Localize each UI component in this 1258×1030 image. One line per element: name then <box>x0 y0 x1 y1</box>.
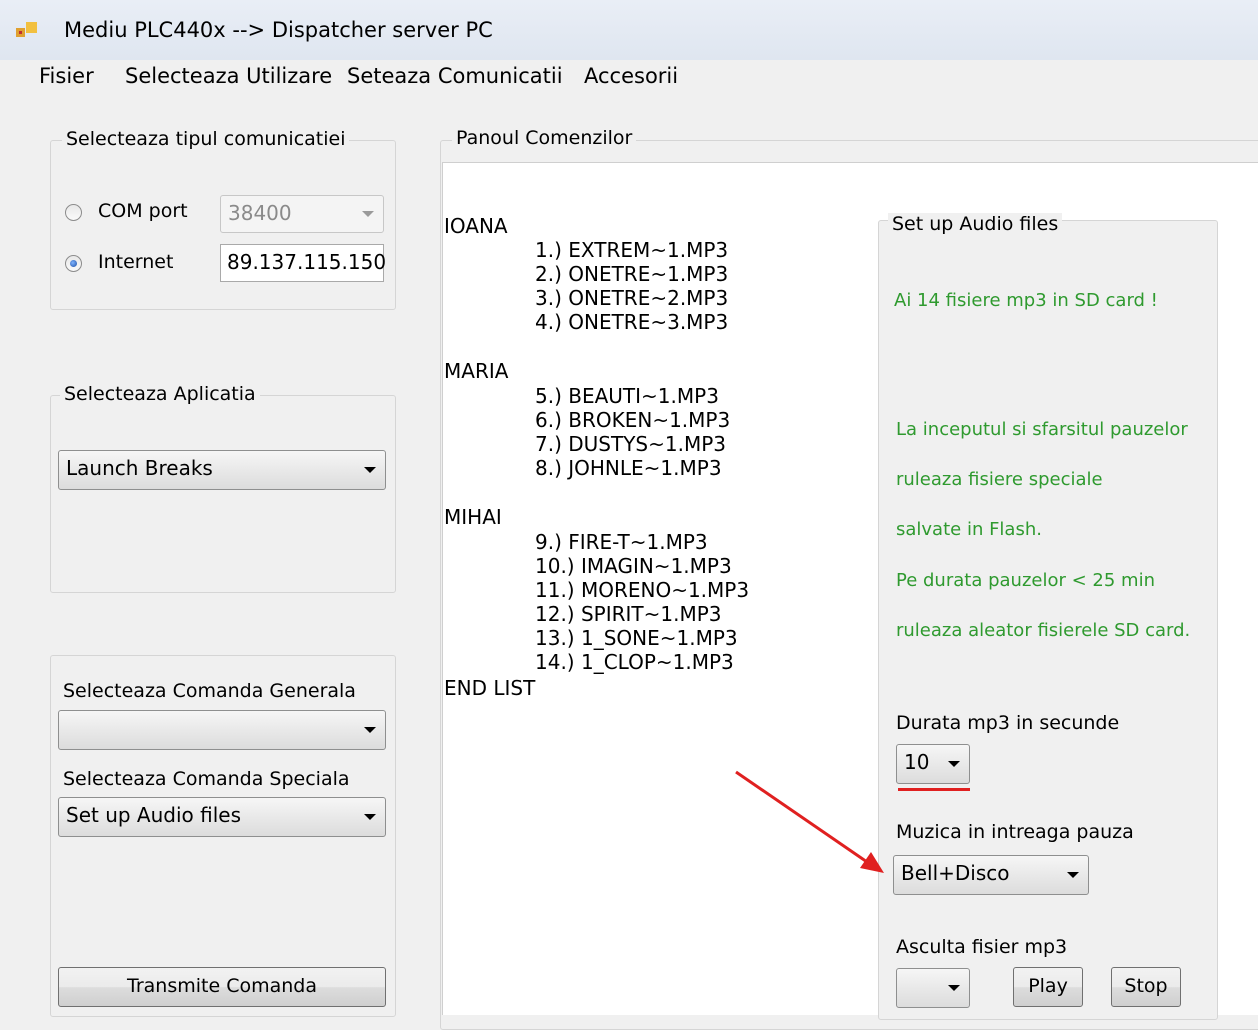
stop-label: Stop <box>1124 975 1168 997</box>
menu-accesorii[interactable]: Accesorii <box>584 64 678 88</box>
listen-label: Asculta fisier mp3 <box>896 936 1068 958</box>
user-name-maria: MARIA <box>444 359 509 383</box>
internet-label: Internet <box>98 251 174 273</box>
info-line: salvate in Flash. <box>896 519 1042 540</box>
menu-seteaza-comunicatii[interactable]: Seteaza Comunicatii <box>347 64 563 88</box>
duration-label: Durata mp3 in secunde <box>896 712 1120 734</box>
list-item: 11.) MORENO~1.MP3 <box>535 578 750 602</box>
info-line: ruleaza aleator fisierele SD card. <box>896 620 1191 641</box>
list-item: 5.) BEAUTI~1.MP3 <box>535 384 719 408</box>
special-command-label: Selecteaza Comanda Speciala <box>63 768 350 790</box>
play-button[interactable]: Play <box>1013 967 1083 1007</box>
transmit-command-button[interactable]: Transmite Comanda <box>58 967 386 1007</box>
com-port-baud-select[interactable]: 38400 <box>220 195 384 233</box>
list-item: 13.) 1_SONE~1.MP3 <box>535 626 738 650</box>
app-group <box>50 395 396 593</box>
duration-value: 10 <box>904 750 930 774</box>
chevron-down-icon <box>364 727 376 733</box>
list-item: 6.) BROKEN~1.MP3 <box>535 408 731 432</box>
list-item: 4.) ONETRE~3.MP3 <box>535 310 729 334</box>
window-title: Mediu PLC440x --> Dispatcher server PC <box>64 18 493 42</box>
red-arrow-annotation <box>735 770 884 873</box>
app-icon <box>16 22 37 37</box>
list-item: 7.) DUSTYS~1.MP3 <box>535 432 726 456</box>
chevron-down-icon <box>948 761 960 767</box>
info-line: La inceputul si sfarsitul pauzelor <box>896 419 1188 440</box>
com-port-baud-value: 38400 <box>228 201 292 225</box>
command-panel-label: Panoul Comenzilor <box>452 127 637 149</box>
chevron-down-icon <box>948 985 960 991</box>
special-command-select[interactable]: Set up Audio files <box>58 797 386 837</box>
list-item: 9.) FIRE-T~1.MP3 <box>535 530 708 554</box>
stop-button[interactable]: Stop <box>1111 967 1181 1007</box>
red-underline-annotation <box>898 788 970 791</box>
music-value: Bell+Disco <box>901 861 1010 885</box>
list-item: 10.) IMAGIN~1.MP3 <box>535 554 732 578</box>
app-select[interactable]: Launch Breaks <box>58 450 386 490</box>
menu-fisier[interactable]: Fisier <box>39 64 94 88</box>
radio-selected-dot <box>70 260 77 267</box>
play-label: Play <box>1028 975 1068 997</box>
com-port-radio[interactable] <box>65 204 82 221</box>
list-item: 8.) JOHNLE~1.MP3 <box>535 456 722 480</box>
list-item: 2.) ONETRE~1.MP3 <box>535 262 729 286</box>
chevron-down-icon <box>364 467 376 473</box>
comm-type-label: Selecteaza tipul comunicatiei <box>62 128 350 150</box>
audio-setup-label: Set up Audio files <box>888 213 1063 235</box>
menu-selecteaza-utilizare[interactable]: Selecteaza Utilizare <box>125 64 332 88</box>
app-group-label: Selecteaza Aplicatia <box>60 383 260 405</box>
list-item: 12.) SPIRIT~1.MP3 <box>535 602 722 626</box>
internet-ip-value: 89.137.115.150 <box>227 250 387 274</box>
info-line: Pe durata pauzelor < 25 min <box>896 570 1155 591</box>
list-item: 3.) ONETRE~2.MP3 <box>535 286 729 310</box>
com-port-label: COM port <box>98 200 188 222</box>
user-name-mihai: MIHAI <box>444 505 502 529</box>
listen-file-select[interactable] <box>896 968 970 1008</box>
music-label: Muzica in intreaga pauza <box>896 821 1134 843</box>
internet-radio[interactable] <box>65 255 82 272</box>
user-name-ioana: IOANA <box>444 214 508 238</box>
duration-select[interactable]: 10 <box>896 744 970 784</box>
end-list-label: END LIST <box>444 676 536 700</box>
special-command-value: Set up Audio files <box>66 803 242 827</box>
transmit-command-label: Transmite Comanda <box>127 975 317 997</box>
info-line: ruleaza fisiere speciale <box>896 469 1103 490</box>
app-select-value: Launch Breaks <box>66 456 213 480</box>
chevron-down-icon <box>1067 872 1079 878</box>
list-item: 1.) EXTREM~1.MP3 <box>535 238 729 262</box>
general-command-select[interactable] <box>58 710 386 750</box>
list-item: 14.) 1_CLOP~1.MP3 <box>535 650 734 674</box>
chevron-down-icon <box>362 211 374 217</box>
chevron-down-icon <box>364 814 376 820</box>
internet-ip-input[interactable]: 89.137.115.150 <box>220 244 387 282</box>
sd-count-message: Ai 14 fisiere mp3 in SD card ! <box>894 290 1158 311</box>
music-select[interactable]: Bell+Disco <box>893 855 1089 895</box>
general-command-label: Selecteaza Comanda Generala <box>63 680 356 702</box>
